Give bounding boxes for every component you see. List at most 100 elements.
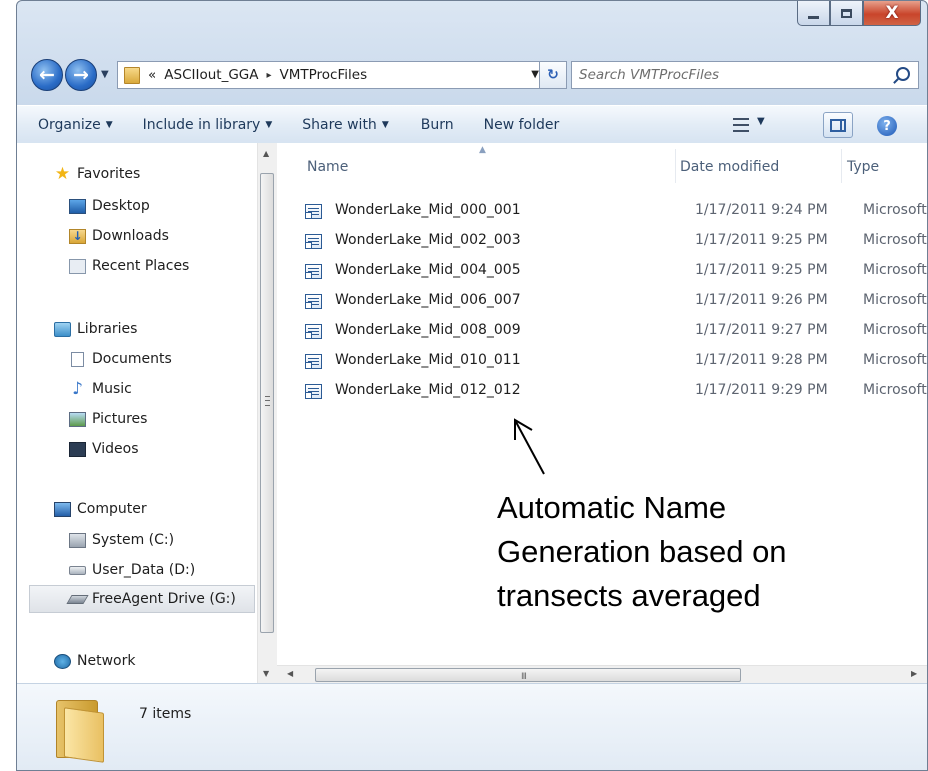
share-with-label: Share with: [302, 117, 377, 133]
column-header-name[interactable]: Name: [307, 159, 348, 175]
address-dropdown-icon[interactable]: ▼: [531, 69, 539, 80]
refresh-button[interactable]: ↻: [539, 61, 567, 89]
nav-computer[interactable]: Computer: [54, 498, 147, 520]
scroll-down-icon[interactable]: ▼: [263, 669, 269, 678]
column-header-date-modified[interactable]: Date modified: [680, 159, 779, 175]
nav-freeagent-drive[interactable]: FreeAgent Drive (G:): [66, 588, 236, 610]
nav-music[interactable]: ♪ Music: [69, 378, 132, 400]
nav-user-data-drive-label: User_Data (D:): [92, 562, 196, 578]
search-placeholder: Search VMTProcFiles: [579, 67, 720, 83]
network-icon: [54, 653, 71, 669]
nav-downloads[interactable]: Downloads: [69, 225, 169, 247]
nav-libraries[interactable]: Libraries: [54, 318, 137, 340]
breadcrumb-overflow[interactable]: «: [148, 67, 156, 83]
desktop-icon: [69, 198, 86, 214]
address-row: ← → ▼ « ASCIIout_GGA ▸ VMTProcFiles ▼ ↻ …: [17, 57, 927, 95]
file-name: WonderLake_Mid_002_003: [335, 232, 521, 248]
forward-arrow-icon: →: [73, 64, 89, 86]
scroll-up-icon[interactable]: ▲: [263, 149, 269, 158]
nav-desktop-label: Desktop: [92, 198, 150, 214]
item-count: 7 items: [139, 706, 192, 722]
nav-documents-label: Documents: [92, 351, 172, 367]
file-type: Microsoft: [863, 382, 927, 398]
file-row[interactable]: WonderLake_Mid_000_001 1/17/2011 9:24 PM…: [305, 198, 927, 224]
burn-label: Burn: [420, 117, 454, 133]
back-button[interactable]: ←: [31, 59, 63, 91]
address-bar[interactable]: « ASCIIout_GGA ▸ VMTProcFiles ▼: [117, 61, 544, 89]
organize-menu[interactable]: Organize ▼: [34, 117, 117, 133]
views-dropdown-icon[interactable]: ▼: [757, 116, 765, 127]
recent-pages-dropdown[interactable]: ▼: [101, 69, 109, 80]
file-row[interactable]: WonderLake_Mid_004_005 1/17/2011 9:25 PM…: [305, 258, 927, 284]
videos-icon: [69, 441, 86, 457]
nav-desktop[interactable]: Desktop: [69, 195, 150, 217]
include-in-library-menu[interactable]: Include in library ▼: [139, 117, 277, 133]
nav-network[interactable]: Network: [54, 650, 135, 672]
file-list-scroll-thumb[interactable]: III: [315, 668, 741, 682]
scroll-left-icon[interactable]: ◀: [287, 669, 293, 678]
nav-system-drive[interactable]: System (C:): [69, 529, 174, 551]
nav-recent-places[interactable]: Recent Places: [69, 255, 189, 277]
file-row[interactable]: WonderLake_Mid_006_007 1/17/2011 9:26 PM…: [305, 288, 927, 314]
shortcut-file-icon: [305, 264, 322, 279]
scroll-right-icon[interactable]: ▶: [911, 669, 917, 678]
column-divider[interactable]: [675, 149, 676, 183]
star-icon: ★: [54, 163, 71, 184]
nav-computer-label: Computer: [77, 501, 147, 517]
nav-pictures[interactable]: Pictures: [69, 408, 147, 430]
file-row[interactable]: WonderLake_Mid_012_012 1/17/2011 9:29 PM…: [305, 378, 927, 404]
help-button[interactable]: ?: [877, 116, 897, 136]
breadcrumb-separator-icon[interactable]: ▸: [266, 70, 271, 81]
external-drive-icon: [66, 594, 89, 604]
new-folder-button[interactable]: New folder: [480, 117, 564, 133]
shortcut-file-icon: [305, 234, 322, 249]
file-date: 1/17/2011 9:26 PM: [695, 292, 828, 308]
folder-icon: [56, 700, 106, 763]
breadcrumb-asciiout[interactable]: ASCIIout_GGA: [164, 67, 258, 83]
music-icon: ♪: [72, 378, 83, 399]
share-with-menu[interactable]: Share with ▼: [298, 117, 392, 133]
nav-downloads-label: Downloads: [92, 228, 169, 244]
preview-pane-button[interactable]: [823, 112, 853, 138]
file-type: Microsoft: [863, 352, 927, 368]
breadcrumb-vmtprocfiles[interactable]: VMTProcFiles: [280, 67, 368, 83]
column-header-type[interactable]: Type: [847, 159, 879, 175]
file-type: Microsoft: [863, 292, 927, 308]
nav-recent-places-label: Recent Places: [92, 258, 190, 274]
file-list-horizontal-scrollbar[interactable]: ◀ III ▶: [277, 665, 927, 684]
nav-user-data-drive[interactable]: User_Data (D:): [69, 559, 195, 581]
documents-icon: [71, 351, 84, 367]
file-type: Microsoft: [863, 232, 927, 248]
forward-button[interactable]: →: [65, 59, 97, 91]
search-icon[interactable]: [896, 67, 910, 81]
scroll-grip-icon: [265, 396, 270, 406]
scroll-grip-icon: III: [521, 672, 527, 682]
minimize-button[interactable]: [797, 1, 830, 26]
libraries-icon: [54, 321, 71, 337]
preview-pane-icon: [830, 118, 846, 132]
include-in-library-label: Include in library: [142, 117, 261, 133]
column-divider[interactable]: [841, 149, 842, 183]
folder-icon: [124, 66, 140, 84]
nav-videos[interactable]: Videos: [69, 438, 139, 460]
burn-button[interactable]: Burn: [417, 117, 458, 133]
nav-scroll-thumb[interactable]: [260, 173, 274, 633]
maximize-button[interactable]: [830, 1, 863, 26]
nav-vertical-scrollbar[interactable]: ▲ ▼: [257, 143, 277, 683]
shortcut-file-icon: [305, 294, 322, 309]
nav-documents[interactable]: Documents: [69, 348, 172, 370]
file-row[interactable]: WonderLake_Mid_010_011 1/17/2011 9:28 PM…: [305, 348, 927, 374]
annotation-text: Automatic Name Generation based on trans…: [497, 486, 787, 618]
recent-places-icon: [69, 258, 86, 274]
file-row[interactable]: WonderLake_Mid_008_009 1/17/2011 9:27 PM…: [305, 318, 927, 344]
close-button[interactable]: X: [863, 1, 921, 26]
nav-favorites[interactable]: ★ Favorites: [54, 163, 140, 185]
shortcut-file-icon: [305, 324, 322, 339]
nav-videos-label: Videos: [92, 441, 139, 457]
shortcut-file-icon: [305, 354, 322, 369]
system-drive-icon: [69, 532, 86, 548]
search-input[interactable]: Search VMTProcFiles: [571, 61, 919, 89]
file-row[interactable]: WonderLake_Mid_002_003 1/17/2011 9:25 PM…: [305, 228, 927, 254]
nav-music-label: Music: [92, 381, 132, 397]
change-view-icon[interactable]: [733, 118, 749, 132]
